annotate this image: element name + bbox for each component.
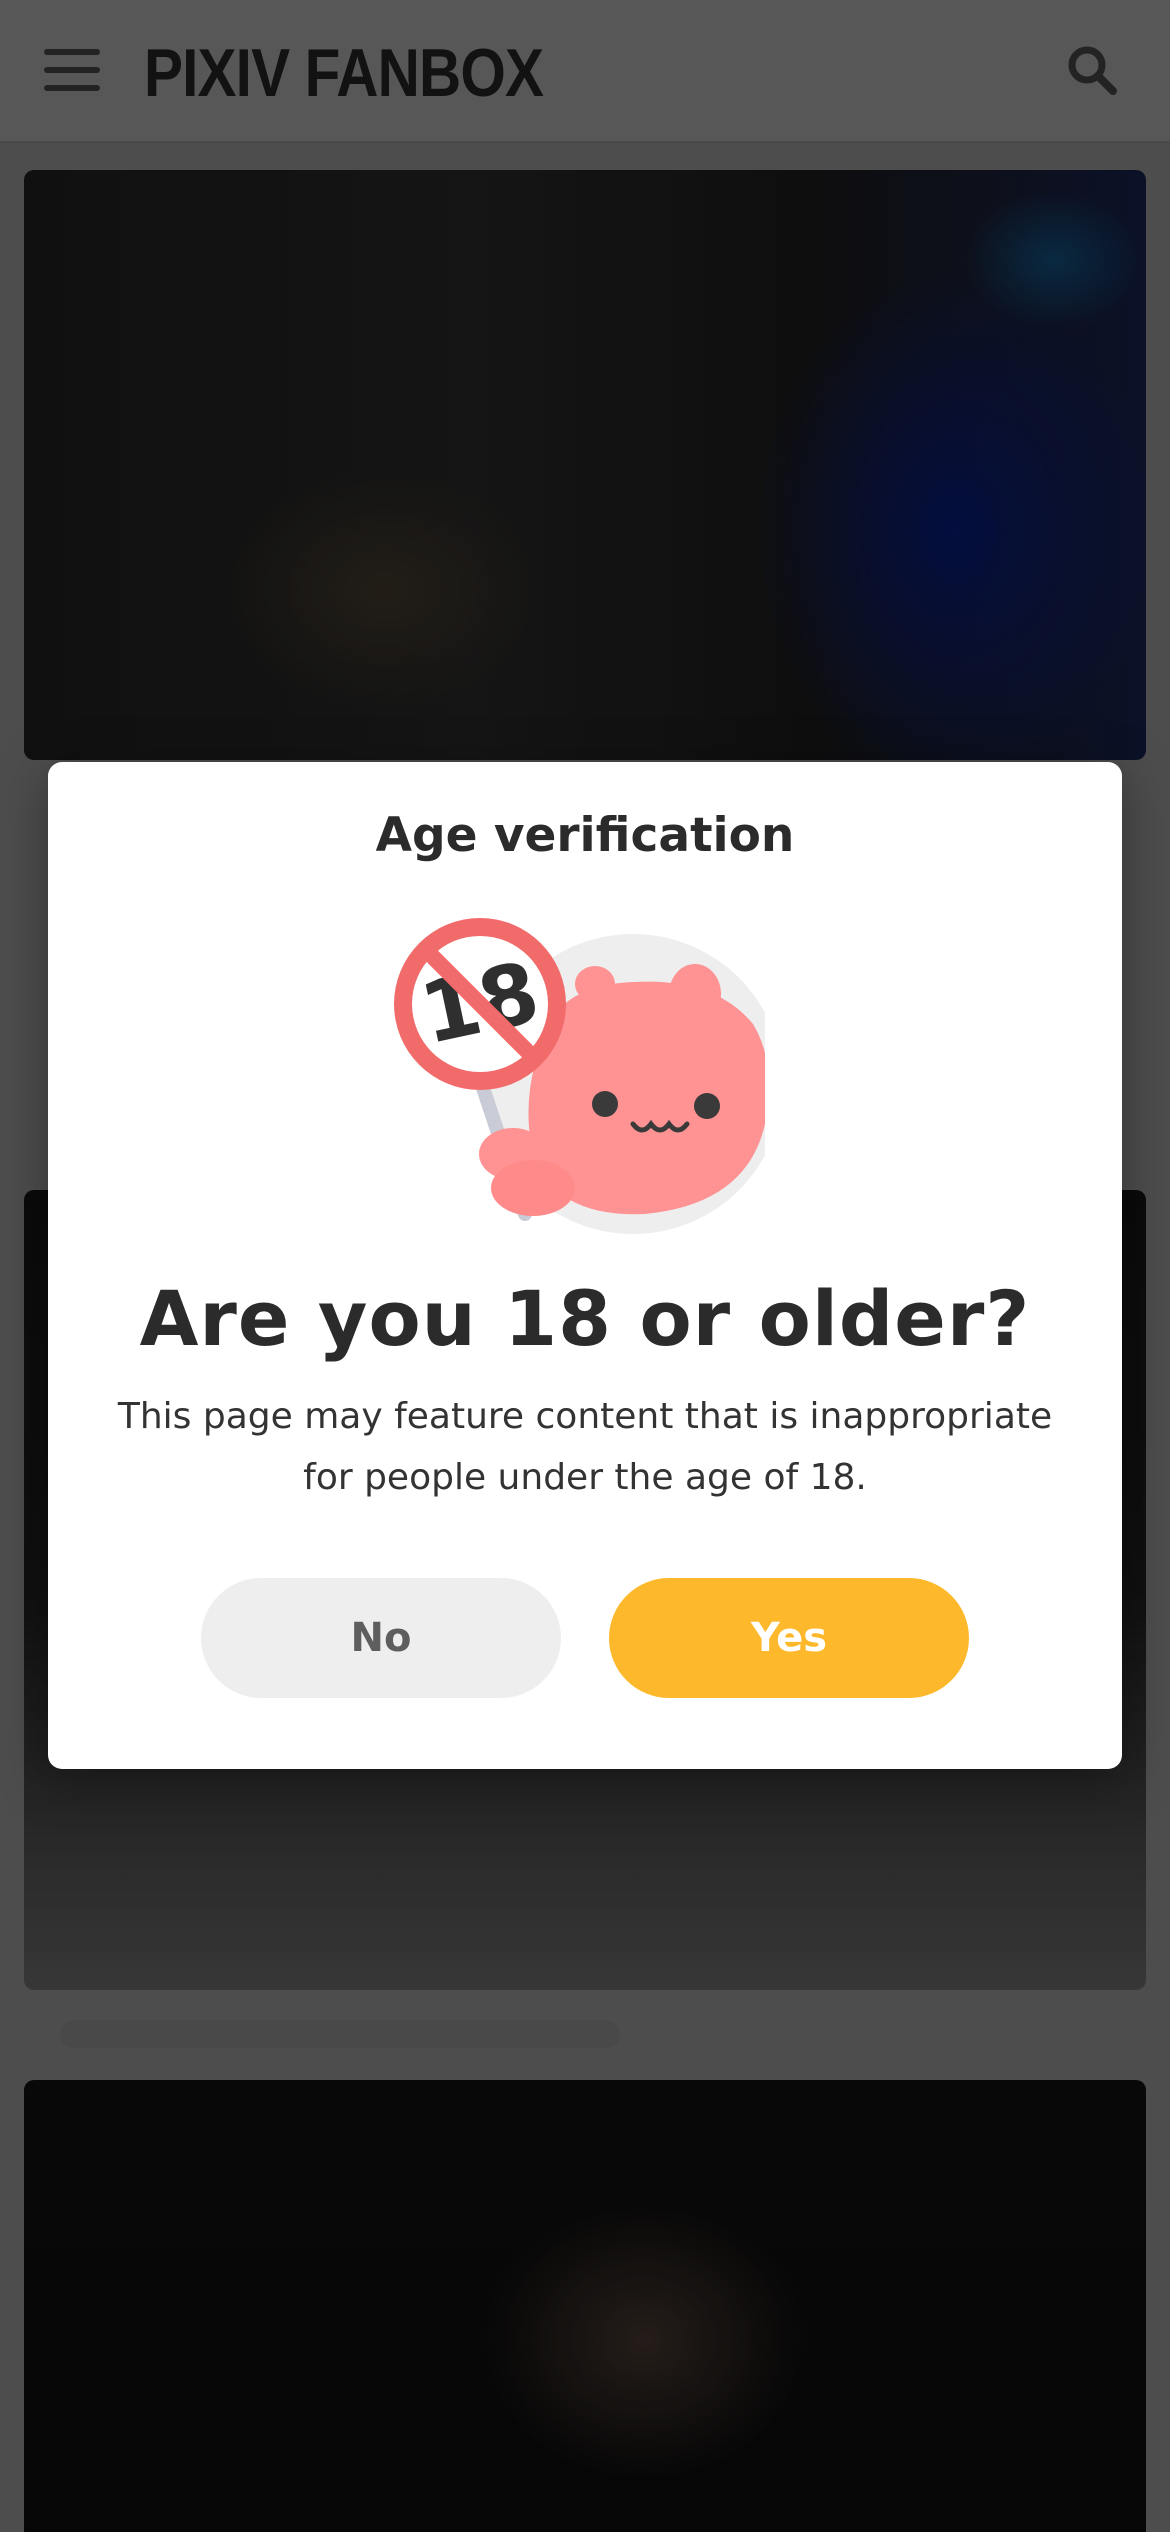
dialog-title: Age verification bbox=[375, 808, 795, 863]
age-verification-dialog: Age verification 18 Are you 18 or older?… bbox=[48, 762, 1122, 1769]
age-warning-description: This page may feature content that is in… bbox=[117, 1396, 1053, 1498]
no-button[interactable]: No bbox=[201, 1578, 561, 1698]
age-question: Are you 18 or older? bbox=[139, 1274, 1031, 1363]
mascot-no-18-sign-icon: 18 bbox=[394, 918, 765, 1234]
yes-button[interactable]: Yes bbox=[609, 1578, 969, 1698]
